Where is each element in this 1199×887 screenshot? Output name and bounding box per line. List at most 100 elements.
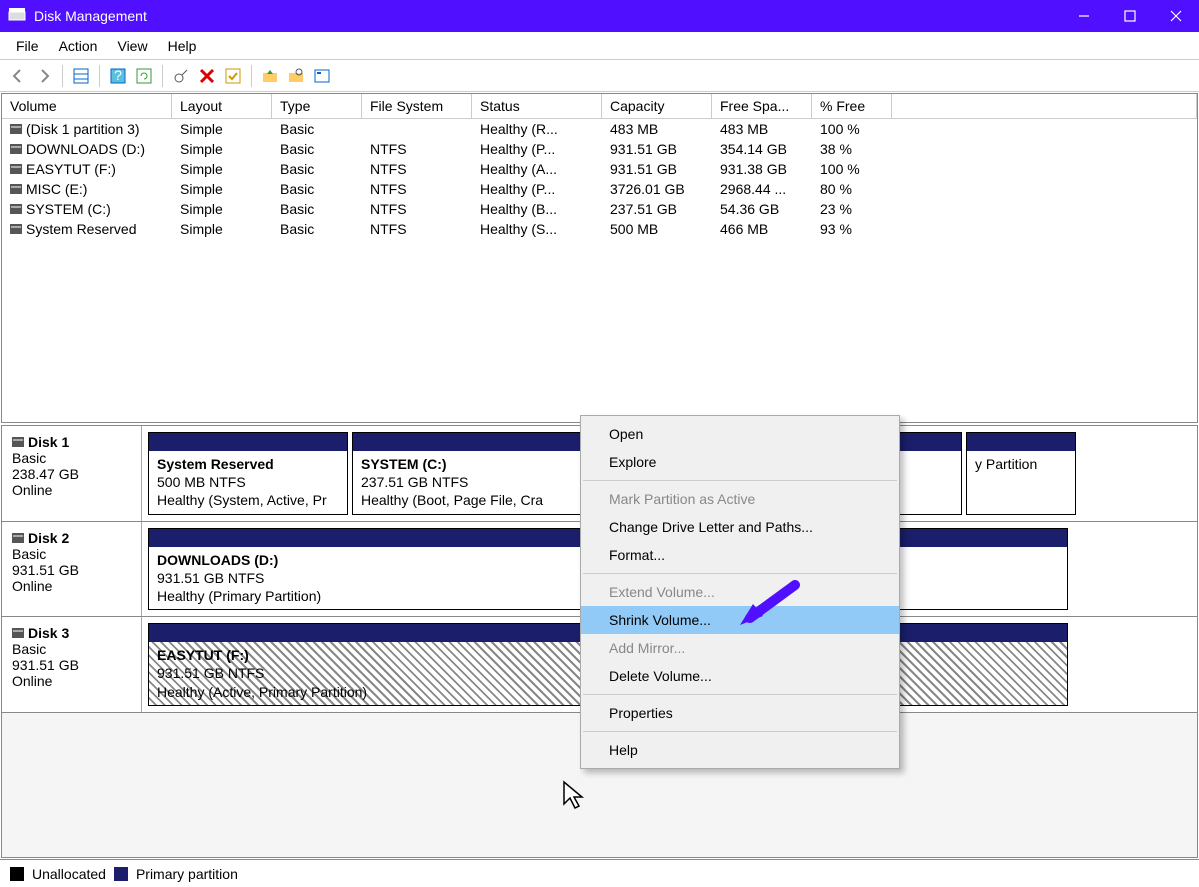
legend-swatch-primary — [114, 867, 128, 881]
disk-status: Online — [12, 673, 131, 689]
help-icon[interactable]: ? — [106, 64, 130, 88]
cell-type: Basic — [272, 139, 362, 159]
partition-block[interactable]: System Reserved500 MB NTFSHealthy (Syste… — [148, 432, 348, 515]
table-row[interactable]: MISC (E:)SimpleBasicNTFSHealthy (P...372… — [2, 179, 1197, 199]
partition-name: System Reserved — [157, 455, 339, 473]
context-menu: OpenExploreMark Partition as ActiveChang… — [580, 415, 900, 769]
col-rest[interactable] — [892, 94, 1197, 118]
minimize-button[interactable] — [1061, 0, 1107, 32]
context-menu-item[interactable]: Open — [581, 420, 899, 448]
disk-name: Disk 3 — [28, 625, 69, 641]
cell-type: Basic — [272, 179, 362, 199]
svg-text:?: ? — [114, 67, 122, 83]
col-pct[interactable]: % Free — [812, 94, 892, 118]
disk-info[interactable]: Disk 3Basic931.51 GBOnline — [2, 617, 142, 712]
cell-type: Basic — [272, 219, 362, 239]
cell-status: Healthy (A... — [472, 159, 602, 179]
cell-pct: 80 % — [812, 179, 892, 199]
table-row[interactable]: SYSTEM (C:)SimpleBasicNTFSHealthy (B...2… — [2, 199, 1197, 219]
table-row[interactable]: DOWNLOADS (D:)SimpleBasicNTFSHealthy (P.… — [2, 139, 1197, 159]
cell-capacity: 500 MB — [602, 219, 712, 239]
legend-primary: Primary partition — [136, 866, 238, 882]
col-fs[interactable]: File System — [362, 94, 472, 118]
col-volume[interactable]: Volume — [2, 94, 172, 118]
table-row[interactable]: System ReservedSimpleBasicNTFSHealthy (S… — [2, 219, 1197, 239]
menu-file[interactable]: File — [6, 36, 49, 56]
col-type[interactable]: Type — [272, 94, 362, 118]
cell-capacity: 931.51 GB — [602, 159, 712, 179]
cell-pct: 93 % — [812, 219, 892, 239]
context-menu-item[interactable]: Delete Volume... — [581, 662, 899, 690]
disk-icon — [10, 184, 22, 194]
context-menu-item[interactable]: Help — [581, 736, 899, 764]
legend: Unallocated Primary partition — [0, 859, 1199, 887]
cell-fs: NTFS — [362, 219, 472, 239]
col-capacity[interactable]: Capacity — [602, 94, 712, 118]
disk-size: 931.51 GB — [12, 562, 131, 578]
volume-name: System Reserved — [26, 221, 136, 237]
cell-layout: Simple — [172, 159, 272, 179]
partition-block[interactable]: y Partition — [966, 432, 1076, 515]
cell-type: Basic — [272, 159, 362, 179]
col-status[interactable]: Status — [472, 94, 602, 118]
menu-help[interactable]: Help — [158, 36, 207, 56]
back-button[interactable] — [6, 64, 30, 88]
cell-capacity: 931.51 GB — [602, 139, 712, 159]
context-menu-item[interactable]: Format... — [581, 541, 899, 569]
tool-action-1[interactable] — [169, 64, 193, 88]
volume-name: DOWNLOADS (D:) — [26, 141, 145, 157]
cell-type: Basic — [272, 119, 362, 139]
volume-name: MISC (E:) — [26, 181, 87, 197]
properties-icon[interactable] — [310, 64, 334, 88]
disk-icon — [10, 124, 22, 134]
col-free[interactable]: Free Spa... — [712, 94, 812, 118]
cell-layout: Simple — [172, 179, 272, 199]
cell-layout: Simple — [172, 199, 272, 219]
col-layout[interactable]: Layout — [172, 94, 272, 118]
cell-pct: 100 % — [812, 159, 892, 179]
context-menu-item[interactable]: Explore — [581, 448, 899, 476]
context-menu-separator — [583, 694, 897, 695]
disk-icon — [10, 204, 22, 214]
maximize-button[interactable] — [1107, 0, 1153, 32]
disk-icon — [12, 533, 24, 543]
cell-capacity: 483 MB — [602, 119, 712, 139]
table-row[interactable]: (Disk 1 partition 3)SimpleBasicHealthy (… — [2, 119, 1197, 139]
cell-status: Healthy (P... — [472, 179, 602, 199]
partition-size: 500 MB NTFS — [157, 473, 339, 491]
close-button[interactable] — [1153, 0, 1199, 32]
disk-icon — [12, 628, 24, 638]
disk-info[interactable]: Disk 1Basic238.47 GBOnline — [2, 426, 142, 521]
search-folder-icon[interactable] — [284, 64, 308, 88]
cell-free: 483 MB — [712, 119, 812, 139]
cell-status: Healthy (B... — [472, 199, 602, 219]
cell-free: 54.36 GB — [712, 199, 812, 219]
cell-layout: Simple — [172, 119, 272, 139]
check-icon[interactable] — [221, 64, 245, 88]
partition-header — [149, 433, 347, 451]
refresh-icon[interactable] — [132, 64, 156, 88]
cell-status: Healthy (P... — [472, 139, 602, 159]
context-menu-separator — [583, 731, 897, 732]
cell-fs: NTFS — [362, 139, 472, 159]
disk-name: Disk 1 — [28, 434, 69, 450]
disk-info[interactable]: Disk 2Basic931.51 GBOnline — [2, 522, 142, 617]
disk-status: Online — [12, 482, 131, 498]
cell-capacity: 237.51 GB — [602, 199, 712, 219]
context-menu-item[interactable]: Properties — [581, 699, 899, 727]
cell-status: Healthy (R... — [472, 119, 602, 139]
delete-icon[interactable] — [195, 64, 219, 88]
context-menu-item[interactable]: Change Drive Letter and Paths... — [581, 513, 899, 541]
disk-size: 238.47 GB — [12, 466, 131, 482]
cell-fs — [362, 119, 472, 139]
disk-type: Basic — [12, 450, 131, 466]
cell-type: Basic — [272, 199, 362, 219]
context-menu-item[interactable]: Shrink Volume... — [581, 606, 899, 634]
folder-up-icon[interactable] — [258, 64, 282, 88]
menu-action[interactable]: Action — [49, 36, 108, 56]
grid-icon[interactable] — [69, 64, 93, 88]
forward-button[interactable] — [32, 64, 56, 88]
table-row[interactable]: EASYTUT (F:)SimpleBasicNTFSHealthy (A...… — [2, 159, 1197, 179]
menu-view[interactable]: View — [107, 36, 157, 56]
context-menu-separator — [583, 573, 897, 574]
